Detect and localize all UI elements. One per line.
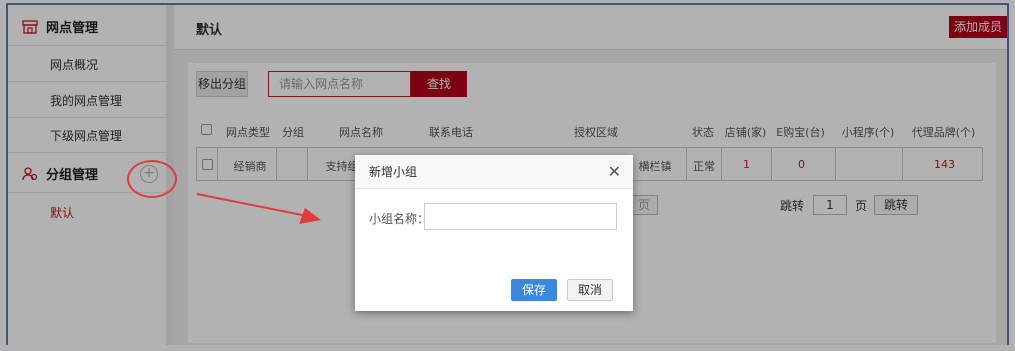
dialog-header: 新增小组 ✕ [355, 155, 633, 189]
close-icon[interactable]: ✕ [608, 155, 621, 189]
group-name-input[interactable] [424, 203, 617, 230]
annotation-circle [127, 160, 177, 198]
new-group-dialog: 新增小组 ✕ 小组名称： 保存 取消 [355, 155, 633, 311]
annotation-arrow-icon [196, 193, 321, 224]
save-button[interactable]: 保存 [511, 279, 557, 301]
dialog-title: 新增小组 [369, 165, 418, 179]
group-name-label: 小组名称： [369, 212, 430, 226]
cancel-button[interactable]: 取消 [567, 279, 613, 301]
